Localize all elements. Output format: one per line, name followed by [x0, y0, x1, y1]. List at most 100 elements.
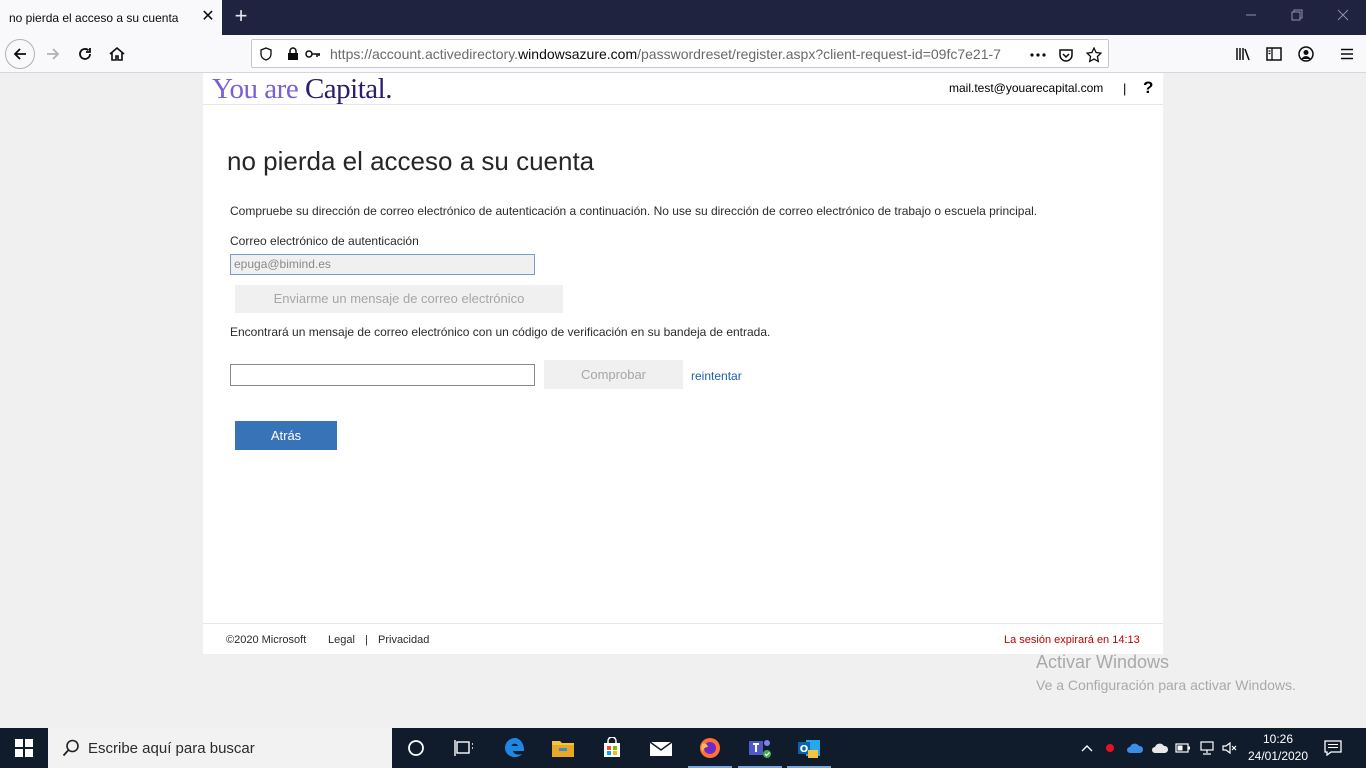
legal-link[interactable]: Legal	[328, 634, 355, 646]
new-tab-icon[interactable]: +	[230, 5, 252, 28]
folder-icon	[552, 741, 574, 757]
record-icon	[1106, 744, 1114, 752]
file-explorer-button[interactable]	[539, 728, 587, 768]
url-suffix: /passwordreset/register.aspx?client-requ…	[637, 46, 1001, 62]
page-actions-icon[interactable]	[1029, 46, 1047, 64]
reload-icon	[79, 48, 91, 60]
back-button[interactable]	[5, 39, 35, 69]
forward-button[interactable]	[38, 39, 68, 69]
edge-icon	[505, 738, 525, 758]
privacy-link[interactable]: Privacidad	[378, 634, 429, 646]
back-arrow-icon	[13, 48, 26, 60]
key-icon[interactable]	[305, 46, 321, 62]
home-icon	[109, 46, 125, 61]
search-icon	[62, 739, 79, 757]
url-prefix: https://account.activedirectory.	[330, 46, 519, 62]
header-separator: |	[1123, 81, 1127, 96]
verification-code-input[interactable]	[230, 364, 535, 386]
browser-toolbar: https://account.activedirectory.windowsa…	[0, 35, 1366, 73]
volume-button[interactable]	[1220, 728, 1240, 768]
hamburger-icon	[1341, 48, 1353, 60]
sidebar-button[interactable]	[1259, 39, 1289, 69]
show-hidden-icons-button[interactable]	[1077, 728, 1097, 768]
store-icon	[604, 737, 620, 757]
cortana-icon	[408, 740, 424, 756]
sidebar-icon	[1266, 47, 1282, 61]
activation-subtitle: Ve a Configuración para activar Windows.	[1036, 677, 1296, 693]
auth-email-label: Correo electrónico de autenticación	[230, 234, 419, 248]
store-button[interactable]	[588, 728, 636, 768]
recording-tray-button[interactable]	[1102, 728, 1118, 768]
auth-email-field[interactable]: epuga@bimind.es	[230, 254, 535, 275]
battery-icon	[1175, 743, 1190, 753]
verify-button[interactable]: Comprobar	[544, 360, 683, 389]
site-header: You are Capital. mail.test@youarecapital…	[203, 73, 1163, 105]
clock-time: 10:26	[1262, 732, 1294, 746]
volume-muted-icon	[1222, 741, 1237, 755]
firefox-icon	[700, 738, 720, 758]
url-domain: windowsazure.com	[518, 46, 638, 62]
close-window-icon[interactable]	[1328, 5, 1358, 27]
account-icon	[1298, 46, 1314, 62]
help-button[interactable]: ?	[1143, 78, 1153, 98]
clock-date: 24/01/2020	[1247, 749, 1309, 763]
cortana-button[interactable]	[392, 728, 440, 768]
restore-icon[interactable]	[1282, 5, 1312, 27]
network-icon	[1200, 741, 1214, 755]
teams-icon	[749, 740, 771, 758]
task-view-icon	[454, 740, 473, 756]
shield-icon[interactable]	[258, 46, 274, 62]
company-logo: You are Capital.	[212, 73, 392, 105]
tab-close-icon[interactable]: ✕	[200, 9, 216, 25]
onedrive-white-icon	[1152, 743, 1169, 753]
page-footer: ©2020 Microsoft Legal | Privacidad La se…	[203, 623, 1163, 654]
notification-icon	[1324, 740, 1342, 756]
onedrive-personal-button[interactable]	[1149, 728, 1171, 768]
taskbar-search-box[interactable]: Escribe aquí para buscar	[48, 728, 392, 768]
forward-arrow-icon	[47, 48, 60, 60]
action-center-button[interactable]	[1320, 728, 1346, 768]
pocket-icon[interactable]	[1057, 46, 1075, 64]
library-icon	[1236, 48, 1250, 61]
back-page-button[interactable]: Atrás	[235, 421, 337, 450]
outlook-icon: O	[798, 740, 820, 758]
windows-taskbar: Escribe aquí para buscar O 10:26 24/01/2…	[0, 728, 1366, 768]
activation-watermark: Activar Windows Ve a Configuración para …	[1036, 652, 1296, 693]
browser-tab[interactable]: no pierda el acceso a su cuenta ✕	[0, 0, 222, 35]
account-button[interactable]	[1291, 39, 1321, 69]
reload-button[interactable]	[70, 39, 100, 69]
chevron-up-icon	[1081, 745, 1093, 752]
session-expiry-text: La sesión expirará en 14:13	[1004, 634, 1140, 646]
minimize-icon[interactable]	[1236, 5, 1266, 27]
page-container: You are Capital. mail.test@youarecapital…	[203, 73, 1163, 654]
start-button[interactable]	[0, 728, 48, 768]
windows-logo-icon	[15, 739, 33, 757]
edge-app-button[interactable]	[491, 728, 539, 768]
url-text[interactable]: https://account.activedirectory.windowsa…	[330, 46, 1020, 62]
taskbar-clock[interactable]: 10:26 24/01/2020	[1246, 731, 1310, 765]
url-bar[interactable]: https://account.activedirectory.windowsa…	[251, 39, 1109, 68]
search-placeholder: Escribe aquí para buscar	[88, 739, 255, 757]
task-view-button[interactable]	[440, 728, 488, 768]
footer-separator: |	[365, 634, 368, 646]
home-button[interactable]	[102, 39, 132, 69]
menu-button[interactable]	[1332, 39, 1362, 69]
library-button[interactable]	[1228, 39, 1258, 69]
send-email-button[interactable]: Enviarme un mensaje de correo electrónic…	[235, 285, 563, 313]
lock-icon[interactable]	[285, 46, 301, 62]
activation-title: Activar Windows	[1036, 652, 1170, 672]
description-text: Compruebe su dirección de correo electró…	[230, 204, 1038, 218]
battery-button[interactable]	[1173, 728, 1193, 768]
bookmark-star-icon[interactable]	[1085, 46, 1103, 64]
copyright-text: ©2020 Microsoft	[226, 634, 307, 646]
retry-link[interactable]: reintentar	[691, 369, 742, 383]
user-email[interactable]: mail.test@youarecapital.com	[949, 81, 1103, 95]
outlook-button[interactable]: O	[785, 728, 833, 768]
logo-part-2: Capital.	[304, 73, 393, 105]
network-button[interactable]	[1197, 728, 1217, 768]
logo-part-1: You are	[212, 73, 305, 105]
teams-button[interactable]	[736, 728, 784, 768]
onedrive-business-button[interactable]	[1124, 728, 1146, 768]
firefox-button[interactable]	[686, 728, 734, 768]
mail-button[interactable]	[637, 728, 685, 768]
